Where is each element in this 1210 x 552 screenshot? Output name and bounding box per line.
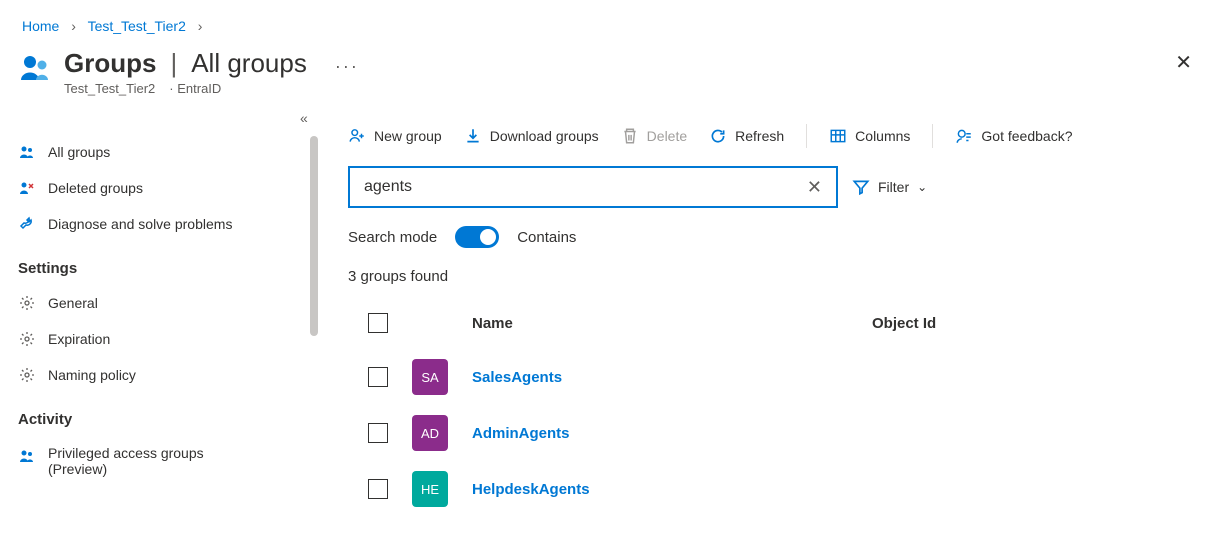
columns-button[interactable]: Columns (829, 127, 910, 145)
breadcrumb: Home › Test_Test_Tier2 › (0, 0, 1210, 44)
sidebar-item-deleted-groups[interactable]: Deleted groups (0, 170, 318, 206)
sidebar-item-expiration[interactable]: Expiration (0, 321, 318, 357)
button-label: Columns (855, 128, 910, 144)
group-avatar: SA (412, 359, 448, 395)
button-label: Download groups (490, 128, 599, 144)
search-input[interactable] (364, 178, 803, 196)
search-mode-value: Contains (517, 229, 576, 246)
filter-button[interactable]: Filter ⌄ (852, 178, 927, 196)
sidebar-item-label: Privileged access groups (Preview) (48, 445, 248, 477)
search-mode-label: Search mode (348, 229, 437, 246)
main-content: New group Download groups Delete Refresh (318, 106, 1210, 517)
select-all-checkbox[interactable] (368, 313, 388, 333)
download-groups-button[interactable]: Download groups (464, 127, 599, 145)
groups-icon (18, 50, 54, 86)
results-count: 3 groups found (348, 268, 1210, 285)
group-avatar: HE (412, 471, 448, 507)
close-icon[interactable]: ✕ (1175, 50, 1192, 75)
sidebar-item-label: All groups (48, 144, 110, 160)
row-checkbox[interactable] (368, 423, 388, 443)
button-label: New group (374, 128, 442, 144)
refresh-button[interactable]: Refresh (709, 127, 784, 145)
page-header: Groups | All groups ··· Test_Test_Tier2 … (0, 44, 1210, 106)
feedback-button[interactable]: Got feedback? (955, 127, 1072, 145)
button-label: Refresh (735, 128, 784, 144)
group-name-link[interactable]: AdminAgents (472, 425, 570, 442)
sidebar-item-label: Diagnose and solve problems (48, 216, 232, 232)
table-row[interactable]: HE HelpdeskAgents (348, 461, 1210, 517)
filter-icon (852, 178, 870, 196)
chevron-down-icon: ⌄ (917, 180, 927, 194)
sidebar-item-naming[interactable]: Naming policy (0, 357, 318, 393)
scrollbar[interactable] (310, 136, 318, 336)
toolbar: New group Download groups Delete Refresh (348, 124, 1210, 166)
wrench-icon (18, 215, 36, 233)
sidebar-item-label: General (48, 295, 98, 311)
column-objectid[interactable]: Object Id (872, 315, 936, 332)
download-icon (464, 127, 482, 145)
gear-icon (18, 366, 36, 384)
table-row[interactable]: AD AdminAgents (348, 405, 1210, 461)
sidebar-section-settings: Settings (0, 242, 318, 285)
sidebar: All groups Deleted groups Diagnose and s… (0, 106, 318, 517)
add-people-icon (348, 127, 366, 145)
sidebar-item-label: Naming policy (48, 367, 136, 383)
trash-icon (621, 127, 639, 145)
feedback-icon (955, 127, 973, 145)
table-header: Name Object Id (348, 305, 1210, 349)
row-checkbox[interactable] (368, 479, 388, 499)
breadcrumb-home[interactable]: Home (22, 18, 59, 34)
tenant-label: Test_Test_Tier2 (64, 81, 155, 96)
column-name[interactable]: Name (472, 315, 852, 332)
gear-icon (18, 294, 36, 312)
filter-label: Filter (878, 179, 909, 195)
new-group-button[interactable]: New group (348, 127, 442, 145)
sidebar-item-privileged[interactable]: Privileged access groups (Preview) (0, 436, 318, 486)
group-name-link[interactable]: SalesAgents (472, 369, 562, 386)
search-input-container: ✕ (348, 166, 838, 208)
gear-icon (18, 330, 36, 348)
chevron-icon: › (198, 18, 203, 34)
group-name-link[interactable]: HelpdeskAgents (472, 481, 590, 498)
sidebar-item-label: Expiration (48, 331, 110, 347)
sidebar-item-all-groups[interactable]: All groups (0, 134, 318, 170)
resource-type-label: EntraID (169, 81, 221, 96)
delete-button: Delete (621, 127, 687, 145)
sidebar-item-diagnose[interactable]: Diagnose and solve problems (0, 206, 318, 242)
group-avatar: AD (412, 415, 448, 451)
search-mode-toggle[interactable] (455, 226, 499, 248)
row-checkbox[interactable] (368, 367, 388, 387)
sidebar-item-label: Deleted groups (48, 180, 143, 196)
chevron-icon: › (71, 18, 76, 34)
page-title: Groups (64, 48, 156, 79)
columns-icon (829, 127, 847, 145)
button-label: Got feedback? (981, 128, 1072, 144)
clear-icon[interactable]: ✕ (803, 177, 826, 198)
sidebar-section-activity: Activity (0, 393, 318, 436)
button-label: Delete (647, 128, 687, 144)
people-icon (18, 143, 36, 161)
people-icon (18, 447, 36, 465)
breadcrumb-tenant[interactable]: Test_Test_Tier2 (88, 18, 186, 34)
title-separator: | (170, 48, 177, 79)
toolbar-divider (806, 124, 807, 148)
table-row[interactable]: SA SalesAgents (348, 349, 1210, 405)
refresh-icon (709, 127, 727, 145)
people-delete-icon (18, 179, 36, 197)
page-subtitle: All groups (191, 48, 307, 79)
sidebar-item-general[interactable]: General (0, 285, 318, 321)
more-icon[interactable]: ··· (335, 56, 359, 77)
toolbar-divider (932, 124, 933, 148)
